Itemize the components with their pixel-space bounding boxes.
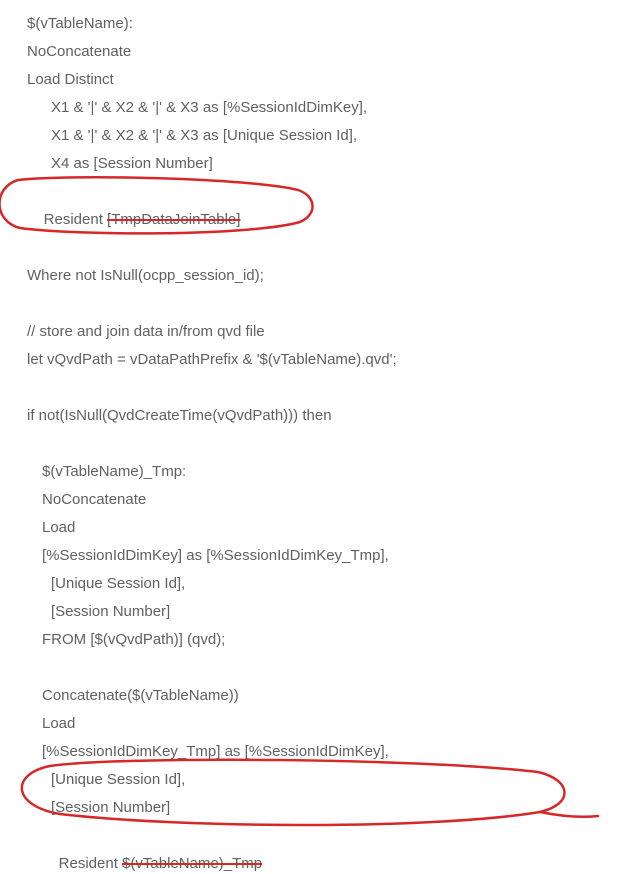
code-line: Concatenate($(vTableName)) [27,682,640,710]
code-line: X4 as [Session Number] [27,150,640,178]
code-text: Resident [44,211,107,228]
code-line: NoConcatenate [27,38,640,66]
code-blank [27,654,640,682]
code-line: let vQvdPath = vDataPathPrefix & '$(vTab… [27,346,640,374]
code-line: Load Distinct [27,66,640,94]
code-line: $(vTableName): [27,10,640,38]
code-blank [27,430,640,458]
code-block: $(vTableName): NoConcatenate Load Distin… [0,0,640,874]
code-line: if not(IsNull(QvdCreateTime(vQvdPath))) … [27,402,640,430]
code-line: Load [27,710,640,738]
code-text-struck: [TmpDataJoinTable] [107,211,240,228]
code-line: [Session Number] [27,794,640,822]
code-text-struck: $(vTableName)_Tmp [122,855,262,872]
code-line: [Unique Session Id], [27,766,640,794]
code-line: [%SessionIdDimKey_Tmp] as [%SessionIdDim… [27,738,640,766]
code-line-resident-2: Resident $(vTableName)_Tmp [27,822,640,874]
code-line-where-1: Where not IsNull(ocpp_session_id); [27,262,640,290]
code-line: $(vTableName)_Tmp: [27,458,640,486]
code-line: [%SessionIdDimKey] as [%SessionIdDimKey_… [27,542,640,570]
code-blank [27,374,640,402]
code-text: Resident [59,855,122,872]
code-line: [Session Number] [27,598,640,626]
code-line: FROM [$(vQvdPath)] (qvd); [27,626,640,654]
code-line: // store and join data in/from qvd file [27,318,640,346]
code-line: [Unique Session Id], [27,570,640,598]
code-line: X1 & '|' & X2 & '|' & X3 as [%SessionIdD… [27,94,640,122]
code-line: Load [27,514,640,542]
code-line: NoConcatenate [27,486,640,514]
code-line: X1 & '|' & X2 & '|' & X3 as [Unique Sess… [27,122,640,150]
code-line-resident-1: Resident [TmpDataJoinTable] [27,178,640,262]
code-blank [27,290,640,318]
